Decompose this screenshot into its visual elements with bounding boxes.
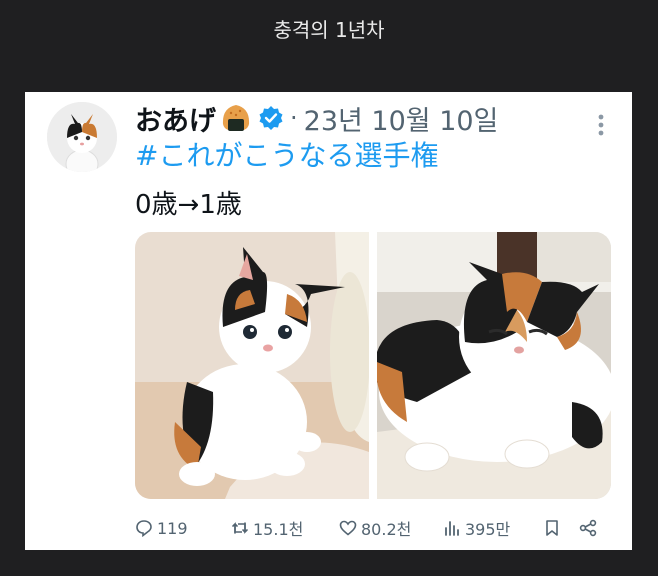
author-row: おあげ · 23년 10월 10일: [135, 98, 498, 138]
heart-icon: [339, 520, 357, 536]
views-button[interactable]: 395만: [443, 516, 543, 540]
share-icon: [579, 519, 597, 537]
bookmark-button[interactable]: [543, 519, 579, 537]
grown-cat-photo-image: [377, 232, 611, 499]
verified-badge-icon: [259, 106, 283, 130]
share-button[interactable]: [579, 519, 597, 537]
reply-icon: [136, 520, 152, 537]
kitten-photo-image: [135, 232, 369, 499]
reply-count: 119: [157, 518, 188, 538]
more-options-icon[interactable]: [594, 110, 608, 140]
author-name[interactable]: おあげ: [135, 99, 216, 138]
views-count: 395만: [465, 520, 511, 539]
action-bar: 119 15.1천 80.2천 395만: [135, 516, 613, 540]
separator-dot: ·: [290, 104, 298, 132]
media-grid: [135, 232, 611, 499]
reply-button[interactable]: 119: [135, 519, 231, 538]
retweet-count: 15.1천: [253, 520, 304, 539]
retweet-icon: [232, 522, 248, 534]
views-icon: [445, 521, 459, 536]
hashtag-link[interactable]: #これがこうなる選手権: [135, 134, 438, 174]
bookmark-icon: [546, 520, 558, 536]
like-count: 80.2천: [361, 520, 412, 539]
onigiri-emoji-icon: [222, 105, 250, 131]
kitten-photo[interactable]: [135, 232, 369, 499]
avatar[interactable]: [47, 102, 117, 172]
page-title: 충격의 1년차: [273, 18, 385, 42]
tweet-date[interactable]: 23년 10월 10일: [304, 99, 499, 138]
cat-avatar-icon: [47, 102, 117, 172]
grown-cat-photo[interactable]: [377, 232, 611, 499]
like-button[interactable]: 80.2천: [339, 516, 443, 540]
tweet-card: おあげ · 23년 10월 10일 #これがこうなる選手権 0歳→1歳 119 …: [25, 92, 632, 550]
tweet-text: 0歳→1歳: [135, 190, 242, 220]
retweet-button[interactable]: 15.1천: [231, 516, 339, 540]
